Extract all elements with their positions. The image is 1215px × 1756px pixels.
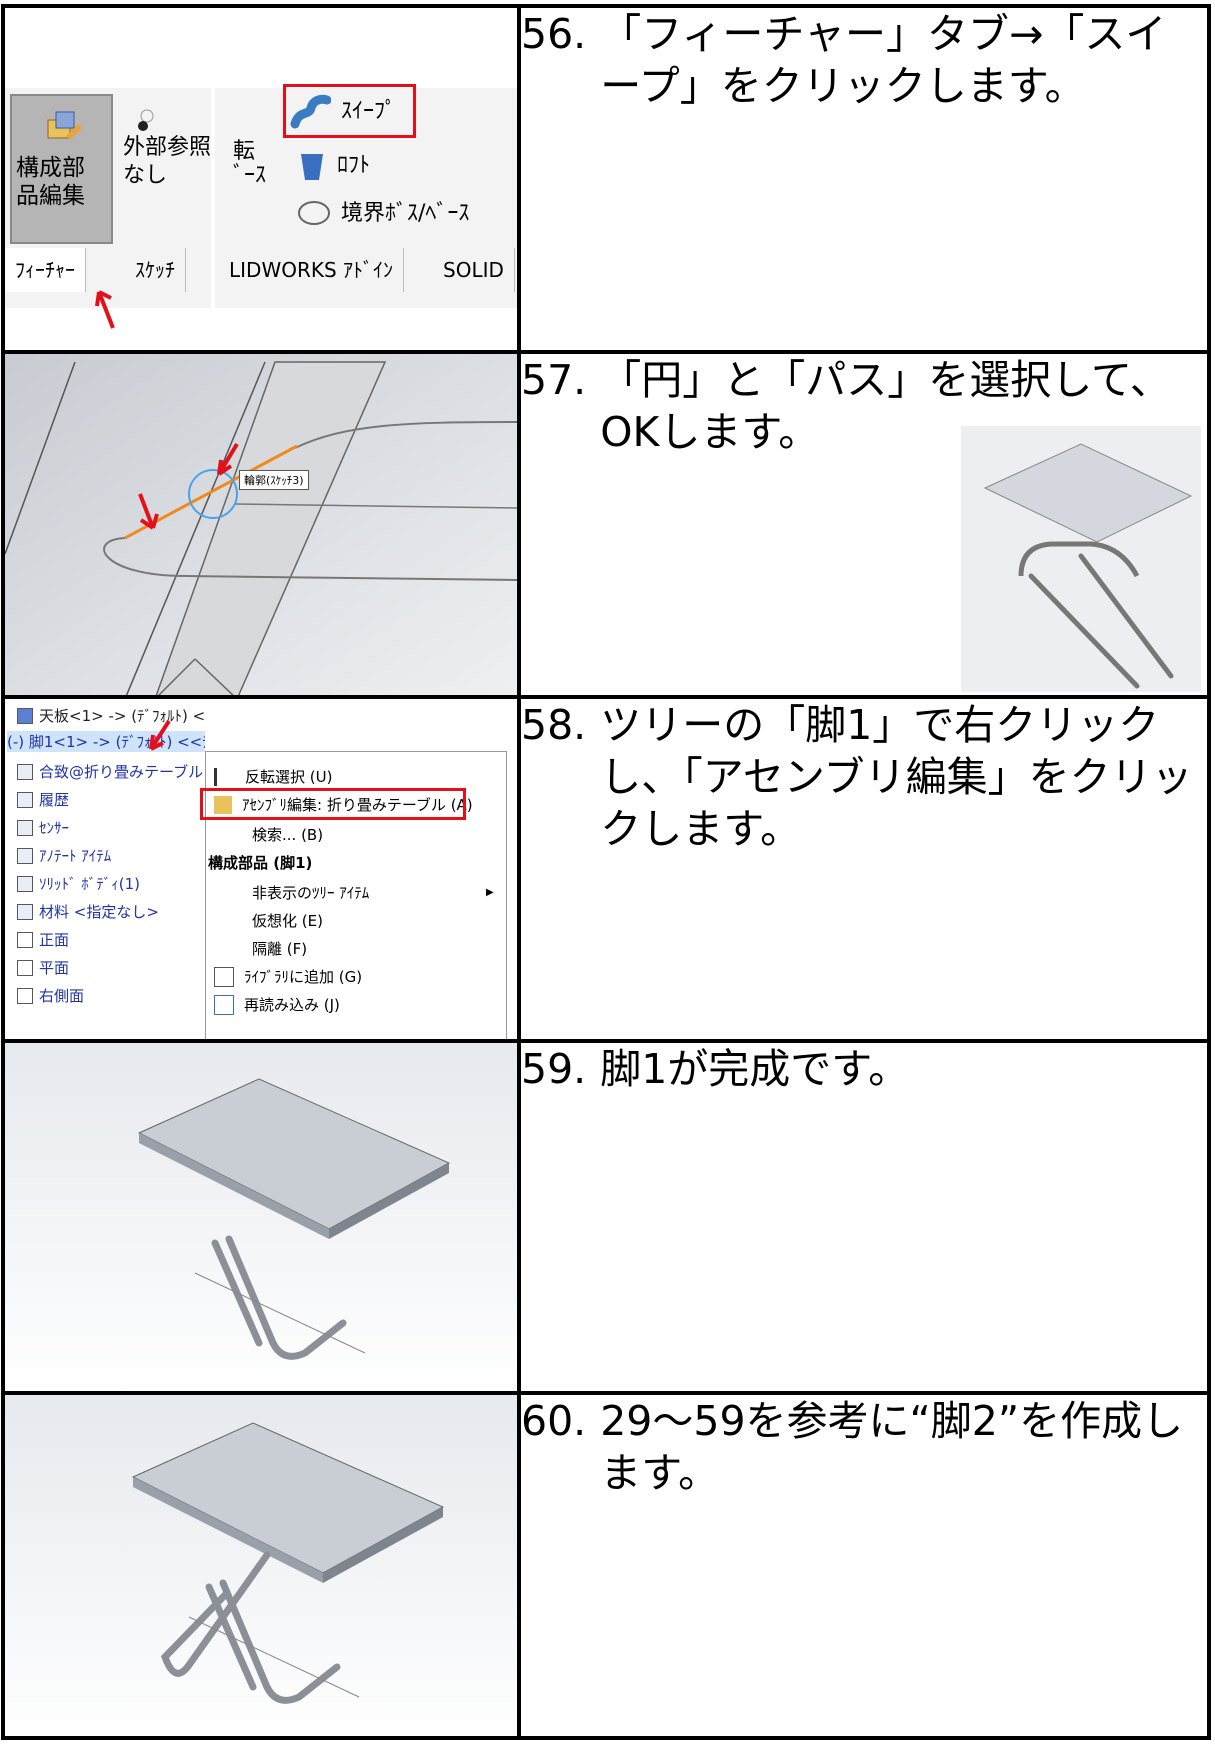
- step-59-image: [1, 1039, 521, 1395]
- menu-virtualize[interactable]: 仮想化 (E): [252, 910, 323, 931]
- annotation-icon: [17, 847, 33, 864]
- tree-item-label: ｾﾝｻｰ: [39, 819, 70, 837]
- submenu-arrow-icon: ▶: [486, 887, 494, 898]
- step-56-text-cell: 56. 「フィーチャー」タブ→「スイープ」をクリックします。: [517, 4, 1211, 354]
- step-60-image: [1, 1391, 521, 1740]
- tree-item-material[interactable]: 材料 <指定なし>: [17, 901, 159, 922]
- tree-item-label: ｱﾉﾃｰﾄ ｱｲﾃﾑ: [39, 847, 112, 865]
- step-58-text-cell: 58. ツリーの「脚1」で右クリックし、「アセンブリ編集」をクリックします。: [517, 695, 1211, 1043]
- tree-item-history[interactable]: 履歴: [17, 789, 69, 810]
- menu-find[interactable]: 検索... (B): [252, 824, 323, 845]
- step-number: 60.: [521, 1397, 587, 1445]
- tree-item-label: 正面: [39, 931, 70, 949]
- edit-component-button[interactable]: 構成部品編集: [10, 94, 113, 244]
- step-59: 59. 脚1が完成です。: [521, 1045, 1205, 1095]
- edit-component-label: 構成部品編集: [16, 155, 85, 209]
- tree-item-label: 合致@折り畳みテーブル: [39, 763, 204, 781]
- step-row-56: 構成部品編集 外部参照なし 転 ﾞｰｽ ｽｲｰﾌﾟ ﾛﾌﾄ 境界ﾎﾞｽ/ﾍﾞｰｽ…: [1, 4, 1211, 354]
- folder-icon: [17, 763, 33, 780]
- menu-section-component: 構成部品 (脚1): [208, 854, 313, 872]
- tree-item-label: 天板<1> -> (ﾃﾞﾌｫﾙﾄ) <: [39, 707, 206, 725]
- step-56-image: 構成部品編集 外部参照なし 転 ﾞｰｽ ｽｲｰﾌﾟ ﾛﾌﾄ 境界ﾎﾞｽ/ﾍﾞｰｽ…: [1, 4, 521, 354]
- sensor-icon: [17, 819, 33, 836]
- sweep-result-render: [961, 426, 1201, 692]
- step-number: 58.: [521, 701, 587, 749]
- tree-item-right-plane[interactable]: 右側面: [17, 985, 84, 1006]
- step-56: 56. 「フィーチャー」タブ→「スイープ」をクリックします。: [521, 10, 1205, 112]
- sweep-highlight: [283, 84, 416, 138]
- boundary-boss-icon: [298, 201, 330, 225]
- tree-item-sensors[interactable]: ｾﾝｻｰ: [17, 817, 69, 838]
- tab-features[interactable]: ﾌｨｰﾁｬｰ: [7, 248, 86, 292]
- tree-item-annotations[interactable]: ｱﾉﾃｰﾄ ｱｲﾃﾑ: [17, 845, 111, 866]
- edit-component-icon: [47, 111, 82, 140]
- material-icon: [17, 903, 33, 920]
- tree-item-solid-bodies[interactable]: ｿﾘｯﾄﾞ ﾎﾞﾃﾞｨ(1): [17, 873, 140, 894]
- step-text: ツリーの「脚1」で右クリックし、「アセンブリ編集」をクリックします。: [600, 701, 1193, 853]
- step-number: 56.: [521, 10, 587, 58]
- folder-icon: [17, 875, 33, 892]
- step-number: 59.: [521, 1045, 587, 1093]
- loft-label[interactable]: ﾛﾌﾄ: [337, 152, 370, 180]
- library-icon: [214, 966, 234, 987]
- tab-solid[interactable]: SOLID: [433, 248, 515, 292]
- menu-isolate[interactable]: 隔離 (F): [252, 938, 307, 959]
- tree-item-label: 右側面: [39, 987, 85, 1005]
- base-fragment: ﾞｰｽ: [233, 163, 267, 188]
- loft-icon: [301, 154, 323, 180]
- tab-addins[interactable]: LIDWORKS ｱﾄﾞｲﾝ: [219, 248, 405, 292]
- step-text: 「フィーチャー」タブ→「スイープ」をクリックします。: [600, 10, 1167, 110]
- leg1-render: [7, 1045, 515, 1389]
- leg2-render: [7, 1397, 515, 1734]
- cursor-icon: [214, 767, 235, 786]
- step-58-image: 天板<1> -> (ﾃﾞﾌｫﾙﾄ) < (-) 脚1<1> -> (ﾃﾞﾌｫﾙﾄ…: [1, 695, 521, 1043]
- tree-item-mates[interactable]: 合致@折り畳みテーブル: [17, 761, 203, 782]
- step-row-58: 天板<1> -> (ﾃﾞﾌｫﾙﾄ) < (-) 脚1<1> -> (ﾃﾞﾌｫﾙﾄ…: [1, 695, 1211, 1043]
- pointer-arrow-icon: [149, 719, 171, 751]
- step-text: 脚1が完成です。: [600, 1045, 910, 1093]
- plane-icon: [17, 987, 33, 1004]
- sketch-viewport: [7, 356, 515, 693]
- tree-item-top-plane[interactable]: 平面: [17, 957, 69, 978]
- pointer-arrow-icon: [95, 290, 115, 329]
- edit-assembly-highlight: [200, 788, 466, 820]
- boundary-boss-label[interactable]: 境界ﾎﾞｽ/ﾍﾞｰｽ: [341, 200, 469, 228]
- step-60-text-cell: 60. 29～59を参考に“脚2”を作成します。: [517, 1391, 1211, 1740]
- ribbon-toolbar: 構成部品編集 外部参照なし 転 ﾞｰｽ ｽｲｰﾌﾟ ﾛﾌﾄ 境界ﾎﾞｽ/ﾍﾞｰｽ…: [7, 84, 515, 308]
- step-number: 57.: [521, 356, 587, 404]
- menu-invert-selection[interactable]: 反転選択 (U): [214, 766, 332, 787]
- step-60: 60. 29～59を参考に“脚2”を作成します。: [521, 1397, 1205, 1499]
- tree-item-front-plane[interactable]: 正面: [17, 929, 69, 950]
- step-57-text-cell: 57. 「円」と「パス」を選択して、OKします。: [517, 350, 1211, 699]
- menu-add-to-library[interactable]: ﾗｲﾌﾞﾗﾘに追加 (G): [214, 966, 362, 987]
- tree-item-label: 履歴: [39, 791, 70, 809]
- context-menu: 反転選択 (U) ｱｾﾝﾌﾞﾘ編集: 折り畳みテーブル (A) 検索... (B…: [200, 751, 507, 1037]
- tree-item-label: ｿﾘｯﾄﾞ ﾎﾞﾃﾞｨ(1): [39, 875, 141, 893]
- step-text: 29～59を参考に“脚2”を作成します。: [600, 1397, 1184, 1497]
- steps-table: 構成部品編集 外部参照なし 転 ﾞｰｽ ｽｲｰﾌﾟ ﾛﾌﾄ 境界ﾎﾞｽ/ﾍﾞｰｽ…: [1, 4, 1211, 1740]
- menu-reload[interactable]: 再読み込み (J): [214, 994, 340, 1015]
- sketch-profile-callout: 輪郭(ｽｹｯﾁ3): [239, 470, 309, 490]
- step-row-60: 60. 29～59を参考に“脚2”を作成します。: [1, 1391, 1211, 1740]
- tree-item-label: 平面: [39, 959, 70, 977]
- tab-sketch[interactable]: ｽｹｯﾁ: [125, 248, 186, 292]
- part-icon: [17, 707, 33, 724]
- ribbon-gap: [211, 88, 215, 308]
- step-row-57: 輪郭(ｽｹｯﾁ3) 57. 「円」と「パス」を選択して、OKします。: [1, 350, 1211, 699]
- folder-icon: [17, 791, 33, 808]
- plane-icon: [17, 931, 33, 948]
- document-page: 構成部品編集 外部参照なし 転 ﾞｰｽ ｽｲｰﾌﾟ ﾛﾌﾄ 境界ﾎﾞｽ/ﾍﾞｰｽ…: [0, 0, 1215, 1756]
- menu-hidden-tree-items[interactable]: 非表示のﾂﾘｰ ｱｲﾃﾑ ▶: [252, 882, 494, 903]
- step-row-59: 59. 脚1が完成です。: [1, 1039, 1211, 1395]
- no-external-ref-label[interactable]: 外部参照なし: [123, 134, 213, 190]
- step-58: 58. ツリーの「脚1」で右クリックし、「アセンブリ編集」をクリックします。: [521, 701, 1205, 855]
- step-57-image: 輪郭(ｽｹｯﾁ3): [1, 350, 521, 699]
- tree-item-top-plate[interactable]: 天板<1> -> (ﾃﾞﾌｫﾙﾄ) <: [17, 705, 205, 726]
- plane-icon: [17, 959, 33, 976]
- reload-icon: [214, 994, 234, 1015]
- no-external-ref-icon: [138, 109, 154, 131]
- step-59-text-cell: 59. 脚1が完成です。: [517, 1039, 1211, 1395]
- tree-item-label: 材料 <指定なし>: [39, 903, 159, 921]
